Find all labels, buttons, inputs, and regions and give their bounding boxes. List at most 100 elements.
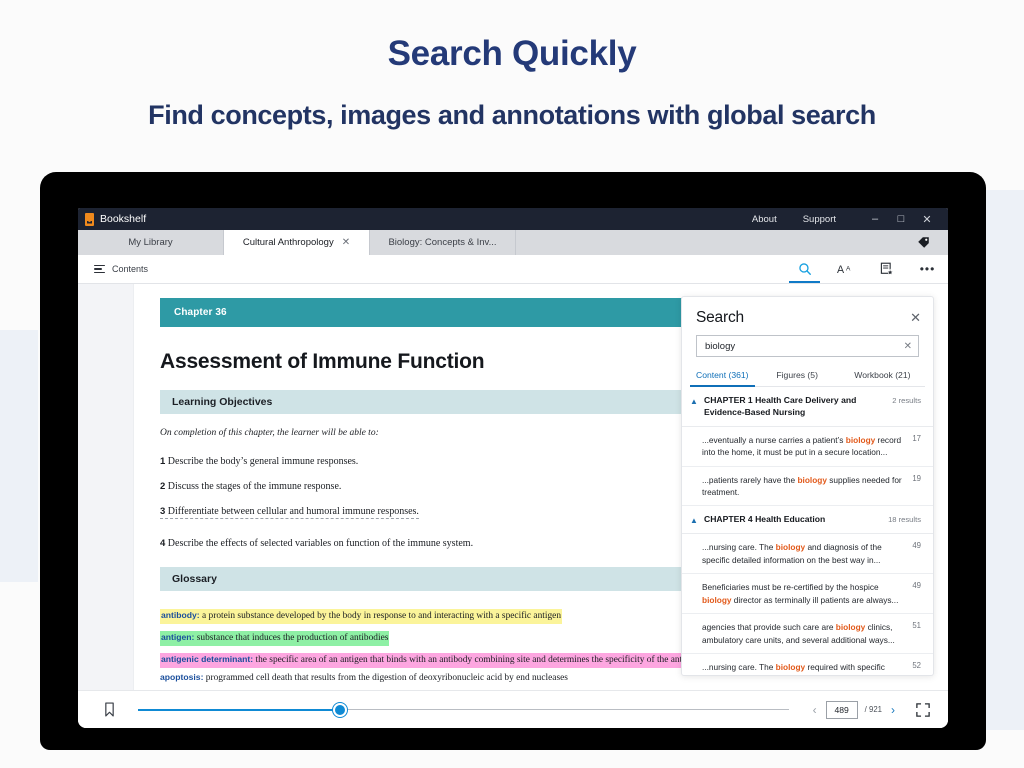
next-page-button[interactable]: › bbox=[889, 703, 897, 717]
background-accent-left bbox=[0, 330, 38, 582]
previous-page-button[interactable]: ‹ bbox=[811, 703, 819, 717]
search-panel: Search ✕ biology ✕ Content (361) Figures… bbox=[681, 296, 934, 676]
chevron-up-icon[interactable]: ▲ bbox=[690, 514, 704, 525]
page-number-input[interactable]: 489 bbox=[826, 701, 858, 719]
search-input-wrapper[interactable]: biology ✕ bbox=[696, 335, 919, 357]
reader-work-area: Chapter 36 Assessment of Immune Function… bbox=[78, 284, 948, 690]
search-input[interactable]: biology bbox=[705, 341, 904, 352]
promo-headline: Search Quickly bbox=[0, 34, 1024, 74]
objective-number: 2 bbox=[160, 481, 165, 492]
tag-icon[interactable] bbox=[917, 236, 930, 249]
more-options-tool-button[interactable]: ••• bbox=[907, 255, 948, 283]
result-page-number: 52 bbox=[905, 661, 921, 670]
list-item[interactable]: ...patients rarely have the biology supp… bbox=[682, 467, 933, 507]
snippet-pre: ...nursing care. The bbox=[702, 542, 776, 552]
snippet-highlight: biology bbox=[836, 622, 866, 632]
result-group-header[interactable]: ▲ CHAPTER 4 Health Education 18 results bbox=[682, 506, 933, 534]
fullscreen-icon[interactable] bbox=[916, 703, 930, 717]
svg-text:A: A bbox=[837, 264, 845, 276]
notes-star-icon bbox=[880, 262, 894, 276]
promo-subheadline: Find concepts, images and annotations wi… bbox=[0, 100, 1024, 131]
snippet-pre: ...nursing care. The bbox=[702, 662, 776, 672]
snippet-highlight: biology bbox=[797, 475, 827, 485]
tab-biology-concepts[interactable]: Biology: Concepts & Inv... bbox=[370, 230, 516, 255]
objective-number: 3 bbox=[160, 506, 165, 517]
glossary-entry-highlighted: antigenic determinant: the specific area… bbox=[160, 653, 769, 668]
tab-label: Cultural Anthropology bbox=[243, 237, 334, 248]
result-group-title: CHAPTER 1 Health Care Delivery and Evide… bbox=[704, 395, 887, 419]
app-title: Bookshelf bbox=[100, 213, 146, 225]
app-window: Bookshelf About Support – □ ✕ My Library… bbox=[78, 208, 948, 728]
objective-text: Describe the body’s general immune respo… bbox=[168, 456, 359, 467]
snippet-highlight: biology bbox=[846, 435, 876, 445]
glossary-entry-highlighted: antigen: substance that induces the prod… bbox=[160, 631, 389, 646]
pager: ‹ 489 / 921 › bbox=[811, 701, 930, 719]
close-window-button[interactable]: ✕ bbox=[914, 213, 940, 226]
tab-workbook[interactable]: Workbook (21) bbox=[840, 366, 925, 386]
glossary-definition: a protein substance developed by the bod… bbox=[202, 611, 561, 621]
objective-text: Discuss the stages of the immune respons… bbox=[168, 481, 342, 492]
search-panel-title: Search bbox=[696, 309, 910, 327]
result-page-number: 49 bbox=[905, 541, 921, 550]
tab-cultural-anthropology[interactable]: Cultural Anthropology ✕ bbox=[224, 230, 370, 255]
list-item[interactable]: ...nursing care. The biology required wi… bbox=[682, 654, 933, 675]
search-tool-button[interactable] bbox=[784, 255, 825, 283]
objective-number: 4 bbox=[160, 538, 165, 549]
result-group-count: 2 results bbox=[887, 395, 921, 405]
snippet-highlight: biology bbox=[702, 595, 732, 605]
menu-support[interactable]: Support bbox=[803, 214, 836, 225]
glossary-term: antigen: bbox=[161, 632, 194, 642]
notes-highlights-tool-button[interactable] bbox=[866, 255, 907, 283]
result-group-header[interactable]: ▲ CHAPTER 1 Health Care Delivery and Evi… bbox=[682, 387, 933, 427]
slider-thumb[interactable] bbox=[333, 703, 347, 717]
close-icon[interactable]: ✕ bbox=[910, 309, 921, 324]
list-item[interactable]: agencies that provide such care are biol… bbox=[682, 614, 933, 654]
font-size-tool-button[interactable]: A A bbox=[825, 255, 866, 283]
promo-screenshot: Search Quickly Find concepts, images and… bbox=[0, 0, 1024, 768]
font-size-icon: A A bbox=[837, 262, 855, 276]
snippet-pre: ...eventually a nurse carries a patient’… bbox=[702, 435, 846, 445]
book-tab-bar: My Library Cultural Anthropology ✕ Biolo… bbox=[78, 230, 948, 255]
more-dots-icon: ••• bbox=[920, 262, 936, 276]
slider-fill bbox=[138, 709, 340, 711]
reader-bottom-bar: ‹ 489 / 921 › bbox=[78, 690, 948, 728]
snippet-pre: Beneficiaries must be re-certified by th… bbox=[702, 582, 879, 592]
result-page-number: 49 bbox=[905, 581, 921, 590]
snippet-highlight: biology bbox=[776, 542, 806, 552]
window-title-bar: Bookshelf About Support – □ ✕ bbox=[78, 208, 948, 230]
tab-my-library[interactable]: My Library bbox=[78, 230, 224, 255]
tab-label: Biology: Concepts & Inv... bbox=[388, 237, 496, 248]
laptop-mockup-frame: Bookshelf About Support – □ ✕ My Library… bbox=[40, 172, 986, 750]
list-item[interactable]: ...nursing care. The biology and diagnos… bbox=[682, 534, 933, 574]
clear-search-icon[interactable]: ✕ bbox=[904, 341, 912, 352]
result-page-number: 51 bbox=[905, 621, 921, 630]
minimize-button[interactable]: – bbox=[862, 213, 888, 225]
snippet-pre: ...patients rarely have the bbox=[702, 475, 797, 485]
glossary-entry: B cells: cells that are important for pr… bbox=[160, 689, 922, 690]
glossary-term: antibody: bbox=[161, 610, 200, 620]
menu-about[interactable]: About bbox=[752, 214, 777, 225]
result-page-number: 19 bbox=[905, 474, 921, 483]
result-page-number: 17 bbox=[905, 434, 921, 443]
list-item[interactable]: ...eventually a nurse carries a patient’… bbox=[682, 427, 933, 467]
objective-text: Differentiate between cellular and humor… bbox=[168, 506, 419, 517]
tab-figures[interactable]: Figures (5) bbox=[755, 366, 840, 386]
bookmark-icon[interactable] bbox=[96, 702, 122, 717]
hamburger-icon bbox=[94, 263, 105, 275]
list-item[interactable]: Beneficiaries must be re-certified by th… bbox=[682, 574, 933, 614]
maximize-button[interactable]: □ bbox=[888, 213, 914, 225]
glossary-term: apoptosis: bbox=[160, 672, 203, 682]
search-results-list[interactable]: ▲ CHAPTER 1 Health Care Delivery and Evi… bbox=[682, 387, 933, 675]
glossary-definition: substance that induces the production of… bbox=[197, 633, 389, 643]
chevron-up-icon[interactable]: ▲ bbox=[690, 395, 704, 406]
contents-label: Contents bbox=[112, 264, 148, 274]
svg-text:A: A bbox=[846, 266, 851, 273]
tab-close-icon[interactable]: ✕ bbox=[342, 237, 350, 248]
contents-button[interactable]: Contents bbox=[78, 255, 148, 283]
snippet-pre: agencies that provide such care are bbox=[702, 622, 836, 632]
page-progress-slider[interactable] bbox=[138, 703, 789, 717]
glossary-term: antigenic determinant: bbox=[161, 654, 253, 664]
tab-content[interactable]: Content (361) bbox=[690, 366, 755, 386]
reader-toolbar: Contents A A bbox=[78, 255, 948, 284]
result-group-count: 18 results bbox=[883, 514, 921, 524]
